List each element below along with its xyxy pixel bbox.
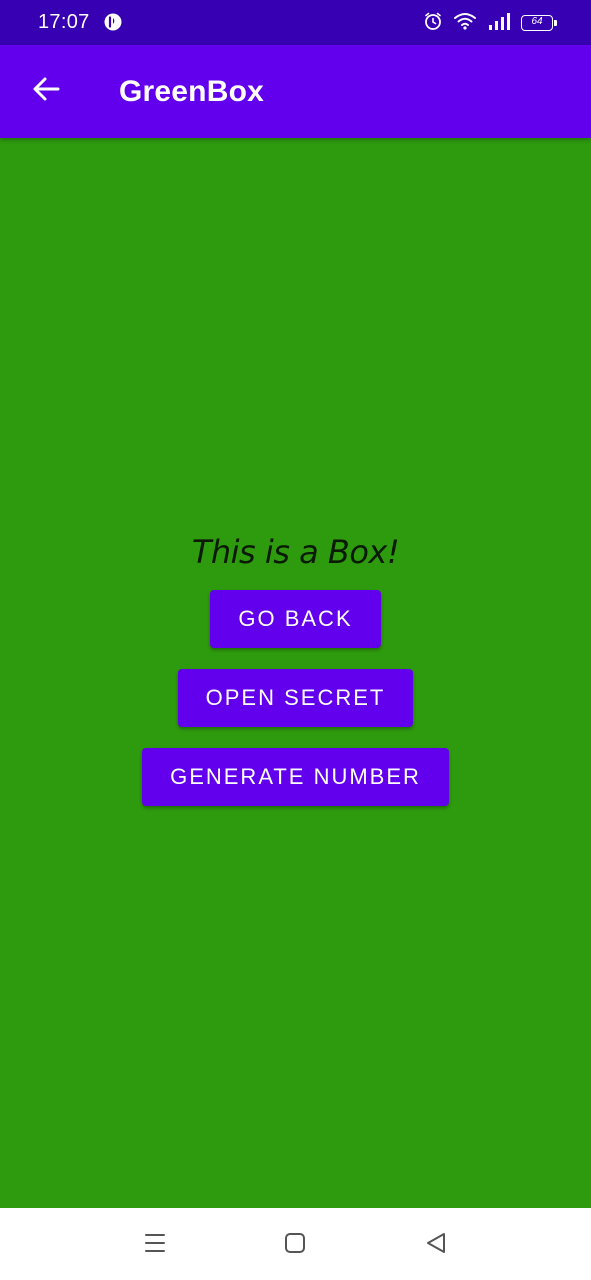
open-secret-button[interactable]: OPEN SECRET — [177, 669, 414, 727]
status-icons: 64 — [423, 11, 557, 36]
main-content: This is a Box! GO BACK OPEN SECRET GENER… — [0, 530, 591, 806]
generate-number-button[interactable]: GENERATE NUMBER — [142, 748, 449, 806]
app-notification-icon — [104, 13, 122, 31]
alarm-icon — [423, 11, 443, 36]
wifi-icon — [453, 11, 477, 36]
arrow-back-icon — [31, 74, 61, 109]
app-title: GreenBox — [119, 75, 264, 108]
screen: 17:07 64 GreenBox This is a Box! GO BACK… — [0, 0, 591, 1280]
home-square-icon — [283, 1231, 307, 1260]
home-button[interactable] — [280, 1230, 310, 1260]
status-time: 17:07 — [38, 11, 90, 33]
signal-icon — [487, 11, 511, 36]
recent-apps-button[interactable] — [140, 1230, 170, 1260]
battery-icon: 64 — [521, 15, 557, 31]
status-bar: 17:07 64 — [0, 0, 591, 45]
menu-icon — [143, 1231, 167, 1260]
app-bar: GreenBox — [0, 45, 591, 138]
back-button[interactable] — [24, 67, 68, 115]
go-back-button[interactable]: GO BACK — [210, 590, 381, 648]
navigation-bar — [0, 1208, 591, 1280]
battery-level: 64 — [531, 16, 543, 27]
back-triangle-icon — [424, 1231, 448, 1260]
box-label: This is a Box! — [191, 533, 400, 571]
back-nav-button[interactable] — [421, 1230, 451, 1260]
